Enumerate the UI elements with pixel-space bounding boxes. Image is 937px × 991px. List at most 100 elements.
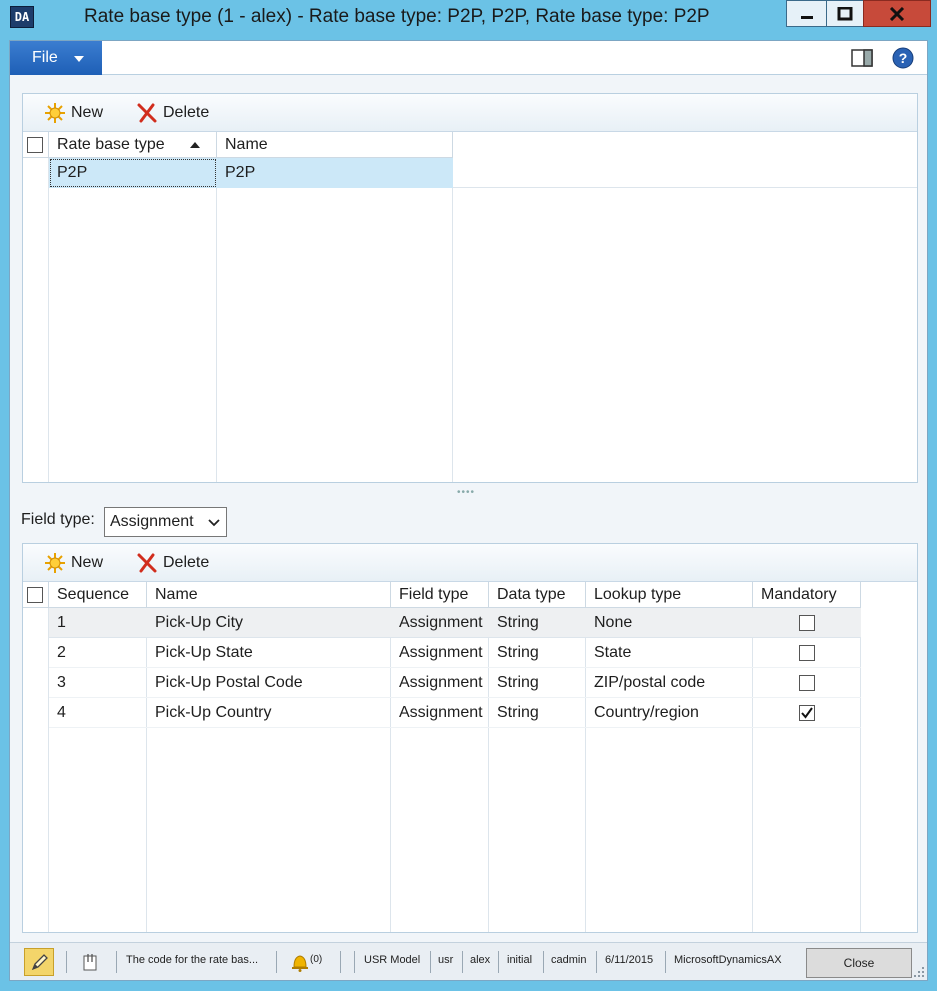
cell-lookup-type[interactable]: Country/region [586,698,753,728]
cell-name[interactable]: Pick-Up Postal Code [147,668,391,698]
pencil-icon [31,954,48,971]
file-menu-label: File [32,49,58,66]
rate-base-type-grid: Rate base type Name P2P P2P [23,132,917,482]
maximize-button[interactable] [826,0,864,27]
table-row[interactable]: 2 Pick-Up State Assignment String State [49,638,861,668]
edit-mode-button[interactable] [24,948,54,976]
new-label: New [71,554,104,571]
chevron-down-icon [208,519,220,527]
column-header-label: Rate base type [57,136,165,153]
close-icon [889,6,905,22]
column-header-name[interactable]: Name [147,582,391,608]
cell-lookup-type[interactable]: ZIP/postal code [586,668,753,698]
cell-rate-base-type[interactable]: P2P [49,158,217,188]
field-type-label: Field type: [21,511,95,528]
field-definition-pane: New Delete Sequence Name Field type Data… [22,543,918,933]
table-row[interactable]: P2P P2P [49,158,453,188]
new-star-icon [45,553,65,573]
column-header-rate-base-type[interactable]: Rate base type [49,132,217,158]
window-title: Rate base type (1 - alex) - Rate base ty… [84,6,710,27]
column-header-field-type[interactable]: Field type [391,582,489,608]
select-all-header [23,132,49,158]
status-user: alex [470,954,491,966]
column-header-sequence[interactable]: Sequence [49,582,147,608]
table-row[interactable]: 1 Pick-Up City Assignment String None [49,608,861,638]
status-company: cadmin [551,954,587,966]
status-date: 6/11/2015 [605,954,654,966]
cell-sequence[interactable]: 2 [49,638,147,668]
column-header-lookup-type[interactable]: Lookup type [586,582,753,608]
table-row[interactable]: 4 Pick-Up Country Assignment String Coun… [49,698,861,728]
cell-data-type[interactable]: String [489,638,586,668]
field-type-value: Assignment [110,513,194,530]
delete-label: Delete [163,104,210,121]
minimize-button[interactable] [786,0,826,27]
cell-sequence[interactable]: 3 [49,668,147,698]
column-header-data-type[interactable]: Data type [489,582,586,608]
field-definition-action-bar: New Delete [23,544,917,582]
notification-bell-icon[interactable] [290,952,310,972]
cell-sequence[interactable]: 1 [49,608,147,638]
select-all-checkbox[interactable] [27,137,43,153]
status-application: MicrosoftDynamicsAX [674,954,782,966]
column-header-label: Mandatory [761,586,837,603]
menu-bar: File ? [10,41,927,75]
cell-field-type[interactable]: Assignment [391,638,489,668]
column-header-name[interactable]: Name [217,132,453,158]
maximize-icon [837,6,853,21]
column-header-label: Lookup type [594,586,682,603]
rate-base-type-pane: New Delete Rate base type Name P2P P2P [22,93,918,483]
table-row[interactable]: 3 Pick-Up Postal Code Assignment String … [49,668,861,698]
attachment-clip-icon[interactable] [82,952,100,972]
mandatory-checkbox[interactable] [799,705,815,721]
pane-splitter[interactable]: •••• [457,487,475,498]
cell-lookup-type[interactable]: State [586,638,753,668]
help-icon[interactable]: ? [892,47,914,69]
cell-name[interactable]: Pick-Up City [147,608,391,638]
form-client-area: File ? New Delete Rate base type Name P2… [9,40,928,981]
column-header-label: Name [155,586,198,603]
mandatory-checkbox[interactable] [799,615,815,631]
delete-x-icon [137,103,157,123]
rate-base-type-action-bar: New Delete [23,94,917,132]
cell-data-type[interactable]: String [489,608,586,638]
checkmark-icon [801,707,813,719]
chevron-down-icon [74,56,84,62]
cell-data-type[interactable]: String [489,668,586,698]
status-partition: initial [507,954,533,966]
column-header-mandatory[interactable]: Mandatory [753,582,861,608]
mandatory-checkbox[interactable] [799,675,815,691]
cell-field-type[interactable]: Assignment [391,668,489,698]
column-header-label: Field type [399,586,469,603]
cell-field-type[interactable]: Assignment [391,608,489,638]
file-menu-button[interactable]: File [10,41,102,75]
cell-name[interactable]: Pick-Up Country [147,698,391,728]
status-model: USR Model [364,954,421,966]
cell-field-type[interactable]: Assignment [391,698,489,728]
status-help-text: The code for the rate bas... [126,954,259,966]
dynamics-ax-icon: DA [10,6,34,28]
field-type-dropdown[interactable]: Assignment [104,507,227,537]
layout-toggle-icon[interactable] [851,49,873,67]
cell-data-type[interactable]: String [489,698,586,728]
cell-name[interactable]: Pick-Up State [147,638,391,668]
title-bar: DA Rate base type (1 - alex) - Rate base… [0,0,937,36]
notification-count[interactable]: (0) [310,954,322,965]
close-button[interactable]: Close [806,948,912,978]
select-all-checkbox[interactable] [27,587,43,603]
delete-label: Delete [163,554,210,571]
svg-text:?: ? [899,50,908,66]
cell-name[interactable]: P2P [217,158,453,188]
new-label: New [71,104,104,121]
minimize-icon [800,16,813,19]
delete-x-icon [137,553,157,573]
field-definition-grid: Sequence Name Field type Data type Looku… [23,582,917,932]
resize-grip-icon[interactable] [913,966,925,978]
cell-sequence[interactable]: 4 [49,698,147,728]
select-all-header [23,582,49,608]
mandatory-checkbox[interactable] [799,645,815,661]
cell-lookup-type[interactable]: None [586,608,753,638]
status-layer: usr [438,954,454,966]
status-bar: The code for the rate bas... (0) USR Mod… [10,942,927,980]
close-window-button[interactable] [863,0,931,27]
